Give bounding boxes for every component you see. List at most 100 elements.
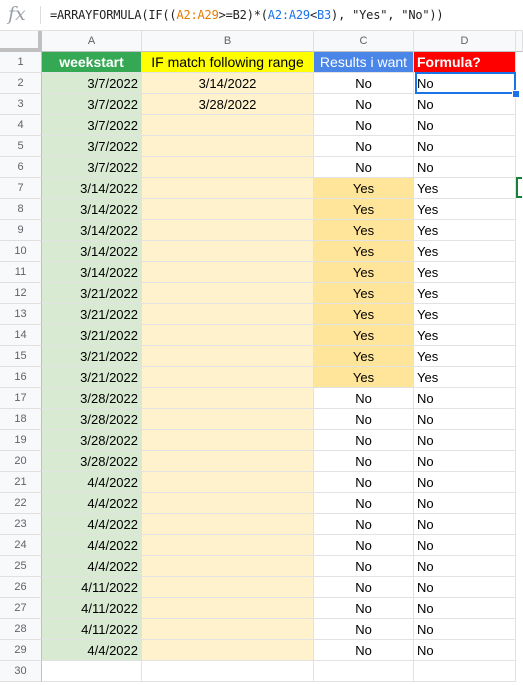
cell-formula-output[interactable]: No <box>414 115 516 136</box>
cell-formula-output[interactable]: Yes <box>414 220 516 241</box>
cell-formula-output[interactable]: No <box>414 430 516 451</box>
row-header[interactable]: 22 <box>0 493 42 514</box>
cell-result[interactable]: No <box>314 598 414 619</box>
row-header[interactable]: 6 <box>0 157 42 178</box>
cell-range[interactable] <box>142 493 314 514</box>
row-header[interactable]: 30 <box>0 661 42 682</box>
header-cell-formula[interactable]: Formula? <box>414 52 516 73</box>
cell-weekstart[interactable]: 4/11/2022 <box>42 598 142 619</box>
cell-range[interactable] <box>142 514 314 535</box>
cell-result[interactable]: No <box>314 451 414 472</box>
cell-formula-output[interactable]: No <box>414 556 516 577</box>
formula-input[interactable]: =ARRAYFORMULA(IF((A2:A29>=B2)*(A2:A29<B3… <box>50 8 444 22</box>
cell-range[interactable] <box>142 535 314 556</box>
cell-range[interactable] <box>142 577 314 598</box>
cell-result[interactable]: No <box>314 493 414 514</box>
cell-weekstart[interactable]: 3/7/2022 <box>42 157 142 178</box>
cell-result[interactable]: Yes <box>314 283 414 304</box>
cell-range[interactable] <box>142 367 314 388</box>
cell-formula-output[interactable]: No <box>414 535 516 556</box>
cell-range[interactable] <box>142 388 314 409</box>
cell-weekstart[interactable]: 3/28/2022 <box>42 388 142 409</box>
cell-result[interactable]: No <box>314 640 414 661</box>
cell-range[interactable] <box>142 640 314 661</box>
cell-weekstart[interactable]: 3/7/2022 <box>42 115 142 136</box>
cell-result[interactable]: No <box>314 619 414 640</box>
row-header[interactable]: 21 <box>0 472 42 493</box>
cell-empty[interactable] <box>414 661 516 682</box>
cell-formula-output[interactable]: Yes <box>414 178 516 199</box>
cell-formula-output[interactable]: No <box>414 472 516 493</box>
cell-weekstart[interactable]: 4/4/2022 <box>42 556 142 577</box>
cell-weekstart[interactable]: 4/4/2022 <box>42 640 142 661</box>
row-header[interactable]: 1 <box>0 52 42 73</box>
cell-weekstart[interactable]: 3/21/2022 <box>42 346 142 367</box>
row-header[interactable]: 20 <box>0 451 42 472</box>
cell-result[interactable]: No <box>314 388 414 409</box>
row-header[interactable]: 12 <box>0 283 42 304</box>
cell-range[interactable] <box>142 304 314 325</box>
cell-formula-output[interactable]: Yes <box>414 346 516 367</box>
cell-result[interactable]: No <box>314 136 414 157</box>
cell-formula-output[interactable]: No <box>414 577 516 598</box>
cell-result[interactable]: No <box>314 472 414 493</box>
row-header[interactable]: 7 <box>0 178 42 199</box>
cell-formula-output[interactable]: Yes <box>414 199 516 220</box>
cell-weekstart[interactable]: 4/4/2022 <box>42 493 142 514</box>
cell-result[interactable]: No <box>314 556 414 577</box>
row-header[interactable]: 23 <box>0 514 42 535</box>
cell-range[interactable]: 3/28/2022 <box>142 94 314 115</box>
cell-range[interactable] <box>142 451 314 472</box>
cell-weekstart[interactable]: 3/21/2022 <box>42 283 142 304</box>
cell-formula-output[interactable]: No <box>414 640 516 661</box>
cell-empty[interactable] <box>314 661 414 682</box>
cell-formula-output[interactable]: Yes <box>414 283 516 304</box>
cell-formula-output[interactable]: Yes <box>414 304 516 325</box>
row-header[interactable]: 13 <box>0 304 42 325</box>
cell-range[interactable] <box>142 598 314 619</box>
cell-weekstart[interactable]: 4/11/2022 <box>42 577 142 598</box>
header-cell-weekstart[interactable]: weekstart <box>42 52 142 73</box>
cell-range[interactable] <box>142 178 314 199</box>
cell-weekstart[interactable]: 3/14/2022 <box>42 220 142 241</box>
cell-result[interactable]: Yes <box>314 325 414 346</box>
cell-range[interactable] <box>142 472 314 493</box>
cell-formula-output[interactable]: No <box>414 598 516 619</box>
cell-result[interactable]: No <box>314 514 414 535</box>
row-header[interactable]: 26 <box>0 577 42 598</box>
cell-result[interactable]: Yes <box>314 262 414 283</box>
cell-weekstart[interactable]: 3/28/2022 <box>42 430 142 451</box>
row-header[interactable]: 17 <box>0 388 42 409</box>
cell-result[interactable]: No <box>314 73 414 94</box>
cell-weekstart[interactable]: 3/14/2022 <box>42 178 142 199</box>
row-header[interactable]: 5 <box>0 136 42 157</box>
cell-empty[interactable] <box>42 661 142 682</box>
cell-formula-output[interactable]: No <box>414 451 516 472</box>
cell-range[interactable]: 3/14/2022 <box>142 73 314 94</box>
cell-formula-output[interactable]: No <box>414 136 516 157</box>
cell-result[interactable]: Yes <box>314 304 414 325</box>
cell-range[interactable] <box>142 556 314 577</box>
column-header-d[interactable]: D <box>414 31 516 52</box>
cell-range[interactable] <box>142 325 314 346</box>
row-header[interactable]: 25 <box>0 556 42 577</box>
fill-handle[interactable] <box>512 90 520 98</box>
cell-result[interactable]: No <box>314 94 414 115</box>
cell-weekstart[interactable]: 4/4/2022 <box>42 472 142 493</box>
row-header[interactable]: 4 <box>0 115 42 136</box>
cell-weekstart[interactable]: 4/4/2022 <box>42 535 142 556</box>
row-header[interactable]: 28 <box>0 619 42 640</box>
row-header[interactable]: 11 <box>0 262 42 283</box>
cell-formula-output[interactable]: No <box>414 619 516 640</box>
row-header[interactable]: 3 <box>0 94 42 115</box>
cell-weekstart[interactable]: 3/7/2022 <box>42 73 142 94</box>
row-header[interactable]: 16 <box>0 367 42 388</box>
cell-formula-output[interactable]: No <box>414 514 516 535</box>
cell-result[interactable]: No <box>314 577 414 598</box>
cell-weekstart[interactable]: 3/21/2022 <box>42 304 142 325</box>
row-header[interactable]: 8 <box>0 199 42 220</box>
cell-formula-output[interactable]: Yes <box>414 325 516 346</box>
cell-range[interactable] <box>142 157 314 178</box>
row-header[interactable]: 9 <box>0 220 42 241</box>
header-cell-results[interactable]: Results i want <box>314 52 414 73</box>
